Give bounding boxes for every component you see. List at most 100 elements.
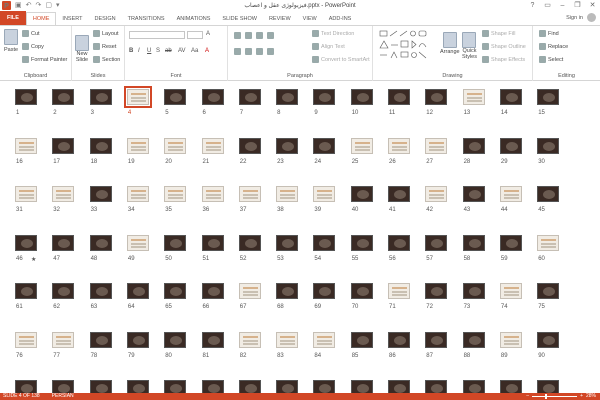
slide-thumbnail[interactable] [126, 137, 149, 154]
slide-thumbnail[interactable] [123, 86, 152, 108]
slide-thumbnail[interactable] [89, 89, 112, 105]
slide-thumbnail[interactable] [52, 331, 75, 348]
slide-thumbnail[interactable] [238, 137, 261, 154]
align-left-icon[interactable] [234, 48, 241, 55]
slide-thumbnail[interactable] [15, 283, 37, 299]
close-icon[interactable]: ✕ [585, 0, 600, 11]
slide-thumbnail[interactable] [89, 283, 112, 299]
tab-slide-show[interactable]: SLIDE SHOW [216, 13, 263, 25]
slide-thumbnail[interactable] [52, 137, 75, 154]
align-text-button[interactable]: Align Text [312, 43, 345, 50]
slide-thumbnail[interactable] [201, 186, 224, 202]
slide-thumbnail[interactable] [537, 137, 560, 154]
slide-thumbnail[interactable] [499, 283, 522, 299]
slide-thumbnail[interactable] [388, 380, 410, 393]
slide-thumbnail[interactable] [238, 186, 261, 202]
slide-thumbnail[interactable] [462, 186, 485, 202]
ribbon-display-icon[interactable]: ▭ [540, 0, 555, 11]
language-indicator[interactable]: PERSIAN [52, 393, 74, 400]
copy-button[interactable]: Copy [22, 43, 44, 50]
slide-thumbnail[interactable] [164, 234, 187, 251]
slide-thumbnail[interactable] [89, 186, 112, 202]
strikethrough-button[interactable]: ab [165, 48, 172, 54]
slide-thumbnail[interactable] [425, 89, 448, 105]
slide-thumbnail[interactable] [499, 331, 522, 348]
slide-thumbnail[interactable] [89, 137, 112, 154]
italic-button[interactable]: I [138, 48, 140, 54]
slide-thumbnail[interactable] [462, 89, 485, 105]
user-avatar-icon[interactable] [587, 13, 596, 22]
bullets-icon[interactable] [234, 32, 241, 39]
tab-view[interactable]: VIEW [297, 13, 323, 25]
save-icon[interactable]: ▣ [15, 0, 22, 11]
slide-thumbnail[interactable] [499, 234, 522, 251]
slide-thumbnail[interactable] [201, 234, 224, 251]
slide-thumbnail[interactable] [425, 186, 448, 202]
redo-icon[interactable]: ↷ [36, 0, 42, 11]
slide-thumbnail[interactable] [164, 380, 187, 393]
slide-thumbnail[interactable] [313, 380, 336, 393]
slide-thumbnail[interactable] [238, 331, 261, 348]
arrange-button[interactable]: Arrange [440, 32, 460, 55]
slide-thumbnail[interactable] [537, 331, 560, 348]
slide-thumbnail[interactable] [201, 283, 224, 299]
slide-thumbnail[interactable] [164, 186, 187, 202]
align-center-icon[interactable] [245, 48, 252, 55]
slide-thumbnail[interactable] [537, 380, 560, 393]
tab-animations[interactable]: ANIMATIONS [171, 13, 217, 25]
slide-thumbnail[interactable] [388, 234, 410, 251]
slide-thumbnail[interactable] [89, 331, 112, 348]
slide-thumbnail[interactable] [164, 283, 187, 299]
slide-thumbnail[interactable] [350, 89, 373, 105]
zoom-in-icon[interactable]: + [580, 393, 583, 400]
numbering-icon[interactable] [245, 32, 252, 39]
slide-thumbnail[interactable] [462, 380, 485, 393]
slide-thumbnail[interactable] [499, 186, 522, 202]
font-color-button[interactable]: A [205, 48, 209, 54]
slide-thumbnail[interactable] [201, 89, 224, 105]
slide-thumbnail[interactable] [499, 137, 522, 154]
grow-font-icon[interactable]: A [206, 31, 210, 37]
slide-thumbnail[interactable] [276, 283, 299, 299]
slide-thumbnail[interactable] [15, 89, 37, 105]
shapes-gallery-icon[interactable] [379, 30, 433, 60]
slide-thumbnail[interactable] [499, 89, 522, 105]
zoom-slider[interactable] [532, 394, 578, 399]
slide-thumbnail[interactable] [164, 137, 187, 154]
slide-thumbnail[interactable] [388, 283, 410, 299]
slide-thumbnail[interactable] [537, 89, 560, 105]
bold-button[interactable]: B [129, 48, 133, 54]
sign-in-label[interactable]: Sign in [566, 15, 583, 21]
minimize-icon[interactable]: – [555, 0, 570, 11]
font-name-select[interactable] [129, 31, 185, 39]
slide-thumbnail[interactable] [350, 234, 373, 251]
slide-thumbnail[interactable] [276, 380, 299, 393]
slide-thumbnail[interactable] [126, 186, 149, 202]
tab-review[interactable]: REVIEW [263, 13, 297, 25]
slide-thumbnail[interactable] [313, 283, 336, 299]
restore-icon[interactable]: ❐ [570, 0, 585, 11]
slide-thumbnail[interactable] [52, 380, 75, 393]
justify-icon[interactable] [267, 48, 274, 55]
slide-thumbnail[interactable] [425, 380, 448, 393]
character-spacing-button[interactable]: AV [178, 48, 186, 54]
slide-thumbnail[interactable] [15, 331, 37, 348]
slide-thumbnail[interactable] [276, 89, 299, 105]
slide-thumbnail[interactable] [537, 234, 560, 251]
change-case-button[interactable]: Aa [191, 48, 198, 54]
reset-button[interactable]: Reset [93, 43, 116, 50]
slide-thumbnail[interactable] [350, 331, 373, 348]
font-size-select[interactable] [187, 31, 203, 39]
zoom-level[interactable]: 28% [586, 393, 596, 400]
format-painter-button[interactable]: Format Painter [22, 56, 67, 63]
slide-thumbnail[interactable] [425, 137, 448, 154]
slide-thumbnail[interactable] [276, 137, 299, 154]
shape-effects-button[interactable]: Shape Effects [482, 56, 525, 63]
quick-styles-button[interactable]: Quick Styles [462, 32, 477, 60]
slide-thumbnail[interactable] [52, 186, 75, 202]
slide-thumbnail[interactable] [537, 283, 560, 299]
decrease-indent-icon[interactable] [256, 32, 263, 39]
slide-thumbnail[interactable] [425, 283, 448, 299]
zoom-slider-thumb[interactable] [544, 394, 547, 399]
slide-thumbnail[interactable] [238, 380, 261, 393]
